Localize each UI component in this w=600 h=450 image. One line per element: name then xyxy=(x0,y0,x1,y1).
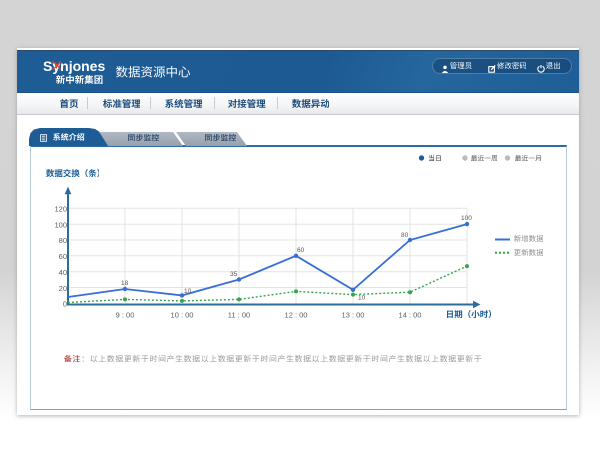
svg-text:60: 60 xyxy=(59,252,67,261)
svg-text:35: 35 xyxy=(230,271,238,278)
svg-text:10 : 00: 10 : 00 xyxy=(171,311,194,320)
svg-text:13 : 00: 13 : 00 xyxy=(342,311,365,320)
svg-text:18: 18 xyxy=(121,280,129,287)
svg-text:11 : 00: 11 : 00 xyxy=(228,311,250,320)
svg-text:9 : 00: 9 : 00 xyxy=(116,311,135,320)
svg-text:100: 100 xyxy=(54,220,67,229)
svg-text:100: 100 xyxy=(461,215,472,222)
svg-text:14 : 00: 14 : 00 xyxy=(399,311,422,320)
svg-text:60: 60 xyxy=(297,247,305,254)
svg-text:20: 20 xyxy=(59,284,67,293)
svg-text:10: 10 xyxy=(184,288,192,295)
svg-text:80: 80 xyxy=(401,232,409,239)
svg-text:10: 10 xyxy=(358,295,366,302)
svg-text:80: 80 xyxy=(59,236,67,245)
svg-text:40: 40 xyxy=(59,268,67,277)
svg-text:120: 120 xyxy=(54,205,67,214)
svg-text:0: 0 xyxy=(63,300,67,309)
svg-text:12 : 00: 12 : 00 xyxy=(285,311,308,320)
